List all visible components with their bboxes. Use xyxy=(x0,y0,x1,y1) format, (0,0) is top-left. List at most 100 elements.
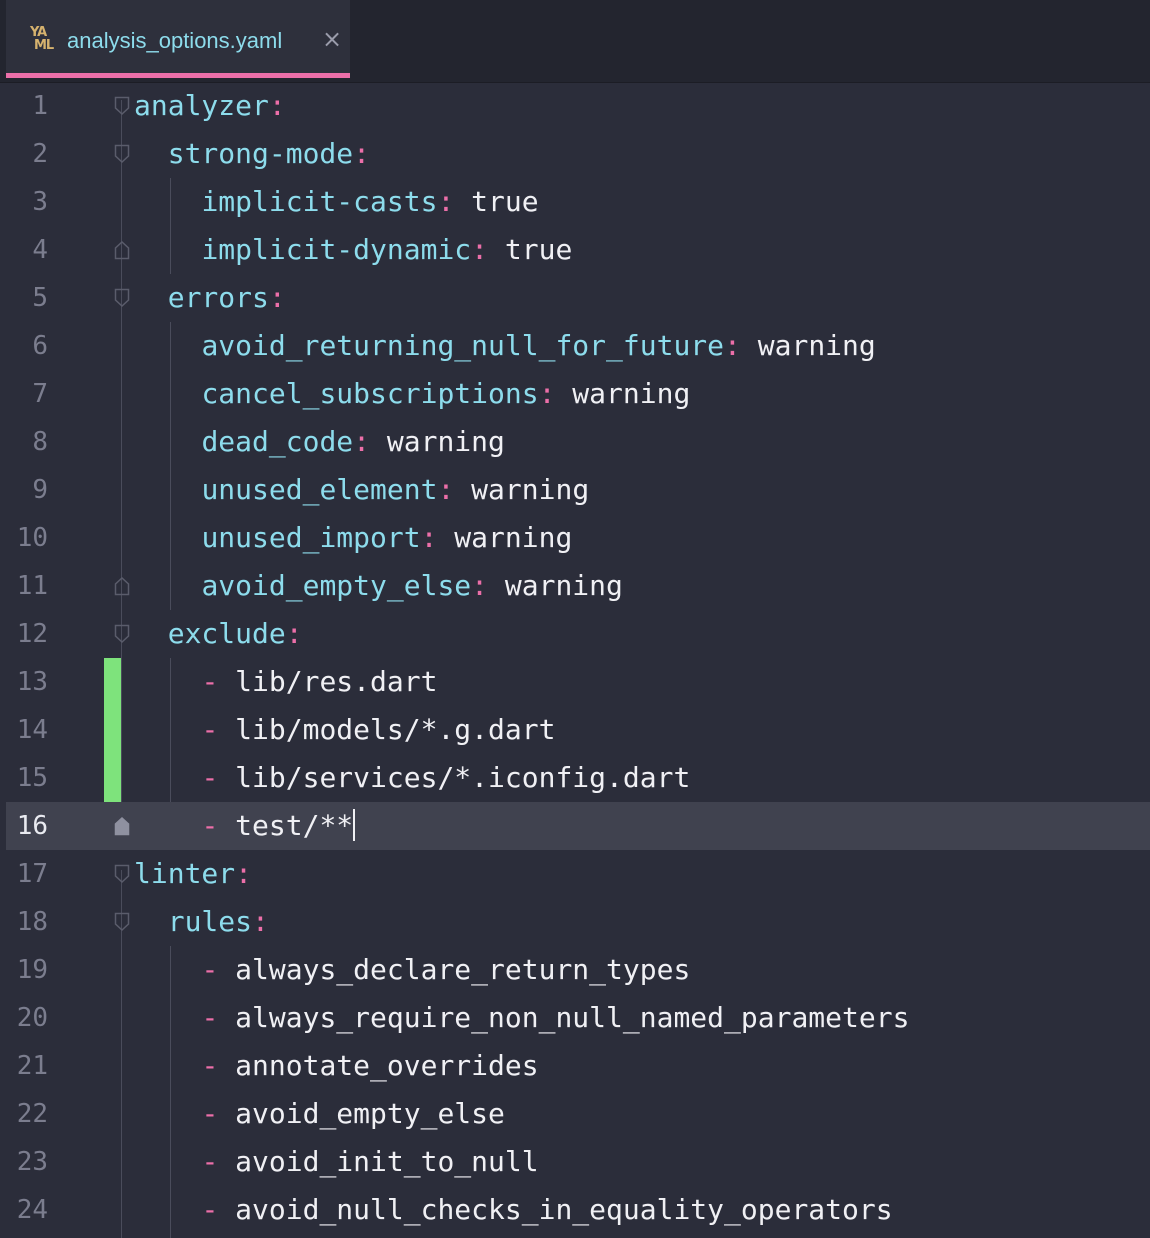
code-text: linter: xyxy=(134,850,252,898)
line-number: 14 xyxy=(0,706,48,754)
yaml-key: unused_element xyxy=(201,473,438,506)
line-number-text: 13 xyxy=(16,667,48,697)
line-number-text: 10 xyxy=(16,523,48,553)
yaml-colon: : xyxy=(268,89,286,122)
code-line[interactable]: 22 - avoid_empty_else xyxy=(0,1090,1150,1138)
list-dash: - xyxy=(201,1001,236,1034)
code-line[interactable]: 10 unused_import: warning xyxy=(0,514,1150,562)
line-number-text: 22 xyxy=(16,1099,48,1129)
yaml-value: warning xyxy=(555,377,691,410)
code-text: - always_declare_return_types xyxy=(134,946,690,994)
line-number: 19 xyxy=(0,946,48,994)
yaml-value: warning xyxy=(740,329,876,362)
fold-open-icon[interactable] xyxy=(114,912,130,932)
code-text: exclude: xyxy=(134,610,303,658)
fold-open-icon[interactable] xyxy=(114,144,130,164)
list-dash: - xyxy=(201,1193,236,1226)
close-icon[interactable]: × xyxy=(320,24,344,54)
line-number: 20 xyxy=(0,994,48,1042)
fold-end-icon[interactable] xyxy=(114,240,130,260)
code-line[interactable]: 7 cancel_subscriptions: warning xyxy=(0,370,1150,418)
code-line[interactable]: 19 - always_declare_return_types xyxy=(0,946,1150,994)
yaml-colon: : xyxy=(437,185,455,218)
line-number: 9 xyxy=(0,466,48,514)
fold-open-icon[interactable] xyxy=(114,624,130,644)
yaml-key: avoid_empty_else xyxy=(201,569,472,602)
list-item-value: annotate_overrides xyxy=(235,1049,539,1082)
line-number-text: 2 xyxy=(32,139,48,169)
code-text: - test/** xyxy=(134,802,356,850)
line-number: 16 xyxy=(0,802,48,850)
code-line[interactable]: 24 - avoid_null_checks_in_equality_operat… xyxy=(0,1186,1150,1234)
code-line[interactable]: 16 - test/** xyxy=(6,802,1150,850)
line-number-text: 4 xyxy=(32,235,48,265)
code-text: - lib/res.dart xyxy=(134,658,437,706)
code-text: - avoid_empty_else xyxy=(134,1090,505,1138)
line-number: 15 xyxy=(0,754,48,802)
code-line[interactable]: 14 - lib/models/*.g.dart xyxy=(0,706,1150,754)
line-number: 3 xyxy=(0,178,48,226)
code-text: - annotate_overrides xyxy=(134,1042,539,1090)
fold-open-icon[interactable] xyxy=(114,288,130,308)
code-line[interactable]: 4 implicit-dynamic: true xyxy=(0,226,1150,274)
editor-window: YA ML analysis_options.yaml × 1 analyzer:… xyxy=(0,0,1150,1238)
code-line[interactable]: 6 avoid_returning_null_for_future: warnin… xyxy=(0,322,1150,370)
code-line[interactable]: 1 analyzer: xyxy=(0,82,1150,130)
yaml-colon: : xyxy=(724,329,741,362)
code-line[interactable]: 3 implicit-casts: true xyxy=(0,178,1150,226)
code-line[interactable]: 2 strong-mode: xyxy=(0,130,1150,178)
line-number-text: 11 xyxy=(16,571,48,601)
list-dash: - xyxy=(201,713,236,746)
code-line[interactable]: 21 - annotate_overrides xyxy=(0,1042,1150,1090)
yaml-colon: : xyxy=(471,233,489,266)
code-text: - lib/models/*.g.dart xyxy=(134,706,555,754)
code-text: - avoid_init_to_null xyxy=(134,1138,538,1186)
fold-end-icon[interactable] xyxy=(114,816,130,836)
yaml-colon: : xyxy=(268,281,286,314)
code-line[interactable]: 12 exclude: xyxy=(0,610,1150,658)
list-item-value: avoid_empty_else xyxy=(235,1097,505,1130)
yaml-key: strong-mode xyxy=(167,137,354,170)
yaml-value: warning xyxy=(370,425,505,458)
code-line[interactable]: 5 errors: xyxy=(0,274,1150,322)
fold-open-icon[interactable] xyxy=(114,96,130,116)
list-item-value: test/** xyxy=(235,809,354,842)
line-number: 17 xyxy=(0,850,48,898)
yaml-colon: : xyxy=(252,905,269,938)
code-line[interactable]: 8 dead_code: warning xyxy=(0,418,1150,466)
yaml-key: implicit-dynamic xyxy=(201,233,472,266)
line-number-text: 8 xyxy=(32,427,48,457)
yaml-key: errors xyxy=(167,281,269,314)
code-text: dead_code: warning xyxy=(134,418,505,466)
fold-open-icon[interactable] xyxy=(114,864,130,884)
line-number-text: 7 xyxy=(32,379,48,409)
line-number-text: 16 xyxy=(16,811,48,841)
code-line[interactable]: 18 rules: xyxy=(0,898,1150,946)
code-line[interactable]: 9 unused_element: warning xyxy=(0,466,1150,514)
tab-analysis-options[interactable]: YA ML analysis_options.yaml × xyxy=(6,0,350,78)
code-line[interactable]: 15 - lib/services/*.iconfig.dart xyxy=(0,754,1150,802)
line-number-text: 3 xyxy=(32,187,48,217)
line-number: 4 xyxy=(0,226,48,274)
yaml-key: implicit-casts xyxy=(201,185,438,218)
line-number-text: 18 xyxy=(16,907,48,937)
code-line[interactable]: 13 - lib/res.dart xyxy=(0,658,1150,706)
code-text: rules: xyxy=(134,898,269,946)
line-number: 1 xyxy=(0,82,48,130)
code-text: avoid_empty_else: warning xyxy=(134,562,622,610)
code-line[interactable]: 17 linter: xyxy=(0,850,1150,898)
code-line[interactable]: 11 avoid_empty_else: warning xyxy=(0,562,1150,610)
fold-end-icon[interactable] xyxy=(114,576,130,596)
yaml-colon: : xyxy=(353,425,371,458)
line-number-text: 1 xyxy=(32,91,48,121)
line-number: 13 xyxy=(0,658,48,706)
list-item-value: lib/res.dart xyxy=(235,665,438,698)
code-line[interactable]: 23 - avoid_init_to_null xyxy=(0,1138,1150,1186)
line-number-text: 21 xyxy=(16,1051,48,1081)
text-cursor xyxy=(353,809,356,841)
list-item-value: always_declare_return_types xyxy=(235,953,691,986)
code-line[interactable]: 20 - always_require_non_null_named_parame… xyxy=(0,994,1150,1042)
yaml-colon: : xyxy=(538,377,556,410)
list-dash: - xyxy=(201,1049,236,1082)
code-editor[interactable]: 1 analyzer: 2 strong-mode: 3 implicit-casts: … xyxy=(0,82,1150,1238)
